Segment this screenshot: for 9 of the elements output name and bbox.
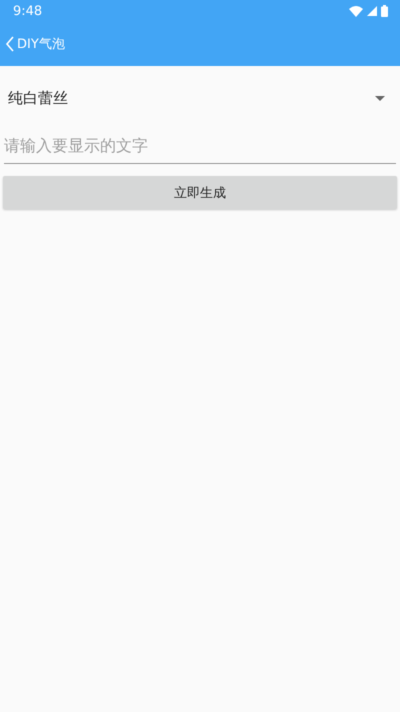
caret-icon — [375, 96, 385, 100]
status-time: 9:48 — [13, 4, 42, 18]
generate-button[interactable]: 立即生成 — [3, 176, 397, 209]
battery-icon — [381, 5, 388, 17]
back-icon — [5, 36, 15, 52]
style-dropdown[interactable]: 纯白蕾丝 — [3, 76, 397, 120]
text-input-field[interactable]: 请输入要显示的文字 — [4, 128, 396, 164]
signal-icon — [367, 6, 377, 16]
wifi-icon — [349, 6, 363, 16]
